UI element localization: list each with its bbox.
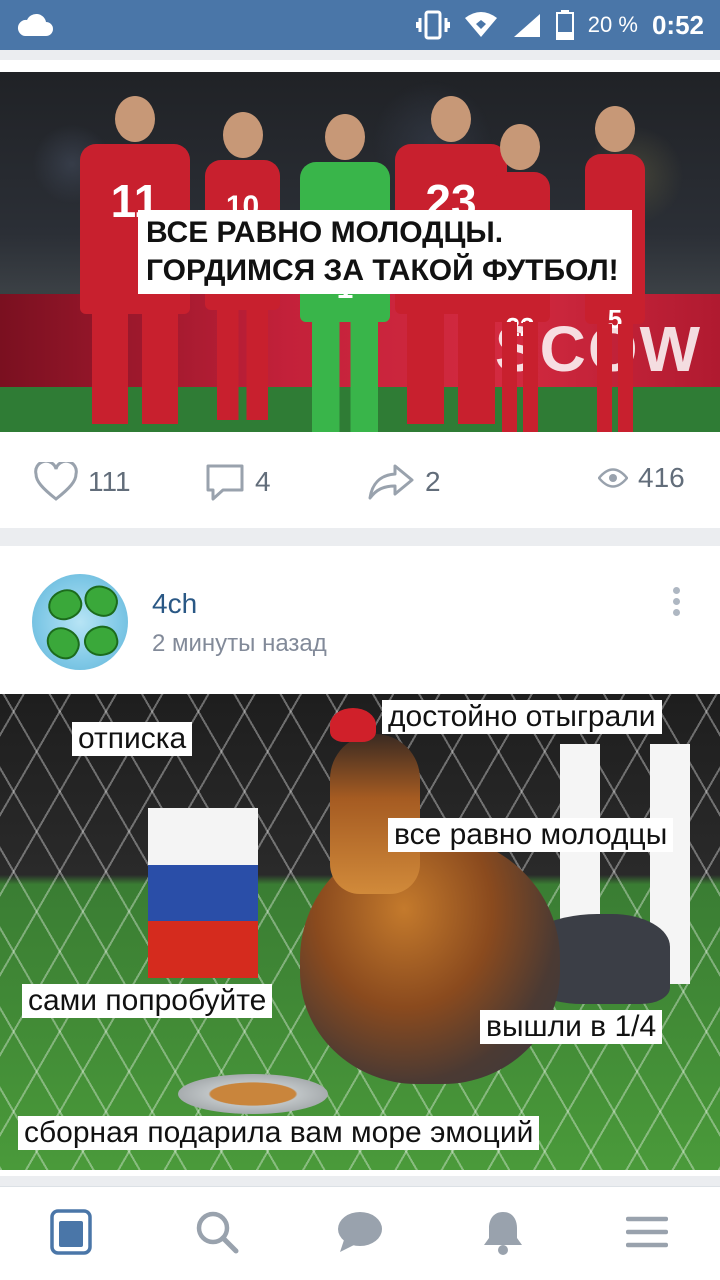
meme-label: отписка	[72, 722, 193, 756]
tab-notifications[interactable]	[478, 1207, 528, 1257]
grain-bowl	[178, 1074, 328, 1114]
image-caption-line-2: ГОРДИМСЯ ЗА ТАКОЙ ФУТБОЛ!	[146, 254, 619, 287]
messages-icon	[338, 1212, 382, 1252]
comment-icon	[206, 464, 244, 501]
more-options-icon[interactable]	[666, 584, 686, 624]
post-time: 2 минуты назад	[152, 630, 327, 657]
vibrate-icon	[415, 10, 450, 40]
search-icon	[196, 1211, 239, 1254]
likes-count: 111	[88, 466, 131, 497]
post-photo-football-team[interactable]: SCOW 11 10 1 23 22 5 ВСЕ РАВНО МОЛОДЦЫ. …	[0, 72, 720, 432]
clock: 0:52	[651, 9, 704, 40]
battery-percent: 20 %	[587, 12, 638, 37]
image-caption: ВСЕ РАВНО МОЛОДЦЫ. ГОРДИМСЯ ЗА ТАКОЙ ФУТ…	[138, 210, 632, 294]
image-caption-line-1: ВСЕ РАВНО МОЛОДЦЫ.	[146, 216, 504, 249]
share-button[interactable]: 2	[367, 462, 441, 502]
tab-search[interactable]	[192, 1207, 242, 1257]
meme-label: сами попробуйте	[22, 984, 273, 1018]
post-actions: 111 4 2 416	[0, 444, 720, 518]
news-icon	[50, 1209, 92, 1255]
tab-news[interactable]	[46, 1207, 96, 1257]
meme-label: достойно отыграли	[382, 700, 662, 734]
post-photo-rooster-meme[interactable]: отписка достойно отыграли все равно моло…	[0, 694, 720, 1170]
rooster-neck	[330, 734, 420, 894]
post-card-1: SCOW 11 10 1 23 22 5 ВСЕ РАВНО МОЛОДЦЫ. …	[0, 60, 720, 528]
rooster-comb	[330, 708, 376, 742]
cloud-icon	[17, 13, 53, 36]
views-counter: 416	[598, 462, 685, 494]
post-card-2: 4ch 2 минуты назад отписка достойно отыг…	[0, 546, 720, 1176]
comments-count: 4	[255, 466, 271, 497]
heart-icon	[34, 462, 78, 501]
menu-icon	[626, 1216, 668, 1248]
comment-button[interactable]: 4	[205, 462, 271, 502]
russian-flag	[148, 808, 258, 978]
tab-messages[interactable]	[335, 1207, 385, 1257]
shares-count: 2	[425, 466, 441, 497]
meme-label: сборная подарила вам море эмоций	[18, 1116, 540, 1150]
tab-menu[interactable]	[622, 1207, 672, 1257]
signal-icon	[513, 14, 540, 37]
status-bar: 20 % 0:52	[0, 0, 720, 50]
battery-icon	[555, 10, 574, 40]
bottom-tab-bar	[0, 1186, 720, 1280]
meme-label: вышли в 1/4	[480, 1010, 663, 1044]
wifi-icon	[464, 12, 497, 37]
notifications-icon	[484, 1212, 522, 1255]
views-count: 416	[638, 462, 685, 493]
meme-label: все равно молодцы	[388, 818, 674, 852]
share-icon	[368, 464, 414, 500]
author-name[interactable]: 4ch	[152, 588, 197, 620]
author-avatar[interactable]	[32, 574, 128, 670]
like-button[interactable]: 111	[34, 462, 131, 502]
eye-icon	[598, 468, 628, 488]
